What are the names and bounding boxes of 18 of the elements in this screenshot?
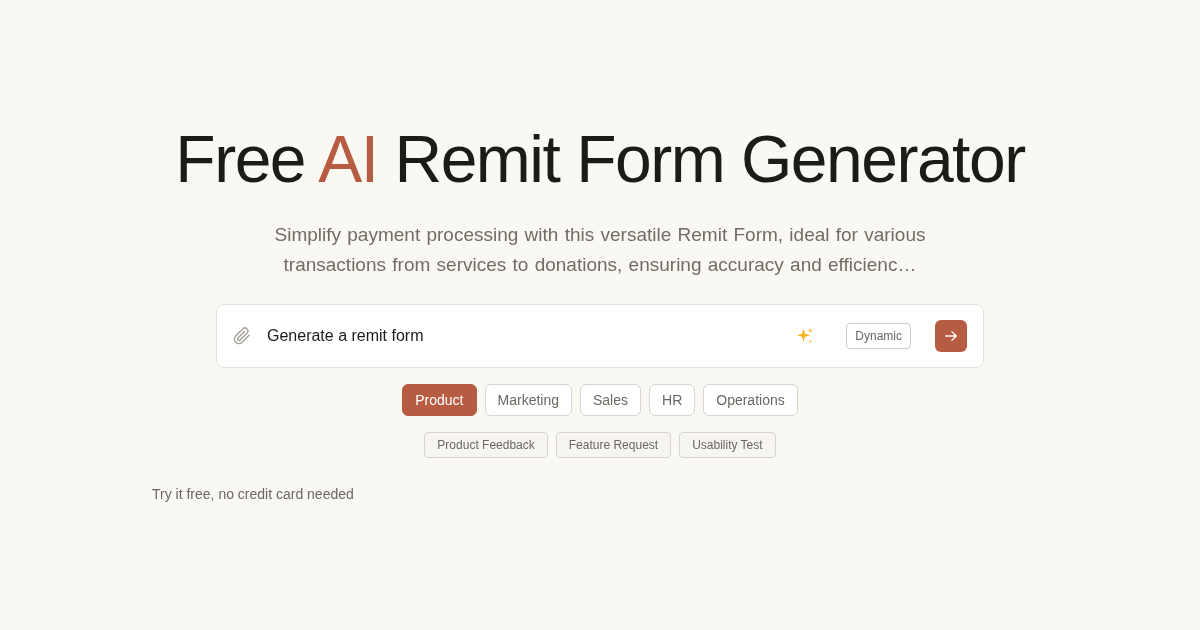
template-chip[interactable]: Product Feedback [424,431,548,458]
template-chip[interactable]: Usability Test [679,431,776,458]
prompt-input[interactable]: Generate a remit form [267,323,781,348]
paperclip-icon[interactable] [233,326,251,345]
category-tab[interactable]: Marketing [484,383,572,416]
category-tab[interactable]: Product [402,383,477,416]
free-trial-note: Try it free, no credit card needed [152,484,355,504]
category-tab[interactable]: Sales [580,383,641,416]
page-description: Simplify payment processing with this versatile Remit Form, ideal for various transactions from services to donations, ensuring accuracy and efficienc… [273,222,927,277]
category-tab[interactable]: HR [649,383,696,416]
prompt-box[interactable]: Generate a remit form Dynamic [216,303,984,368]
mode-button[interactable]: Dynamic [846,322,911,349]
arrow-right-icon [944,328,958,343]
template-chip[interactable]: Feature Request [555,431,672,458]
page-heading: Free AI Remit Form Generator [174,122,1026,198]
submit-button[interactable] [935,319,967,352]
sparkles-icon [796,326,815,345]
category-tab[interactable]: Operations [703,383,798,416]
